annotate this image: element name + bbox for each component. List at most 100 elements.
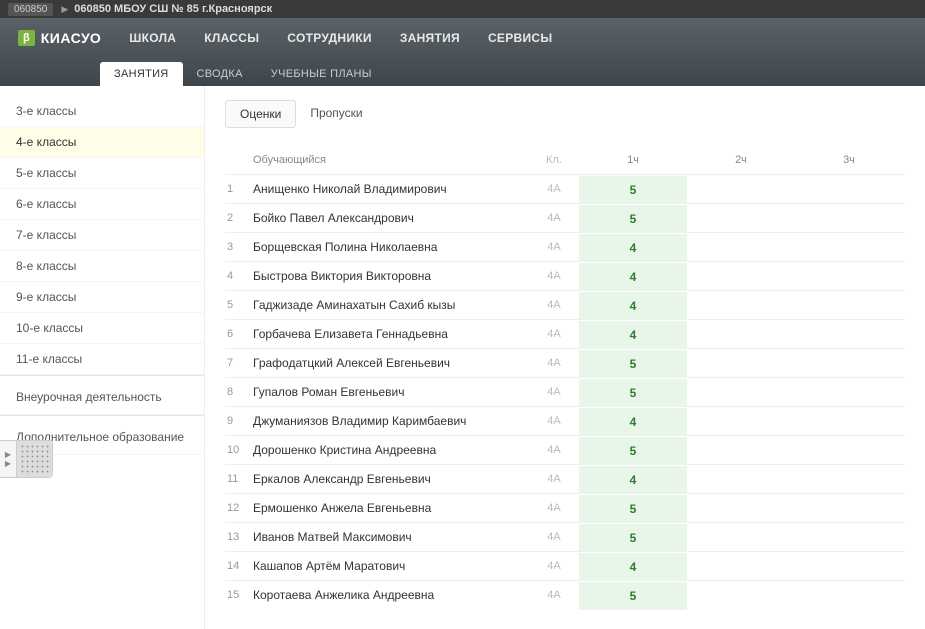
sidebar-item-grade-8[interactable]: 8-е классы — [0, 251, 204, 282]
student-name[interactable]: Графодатцкий Алексей Евгеньевич — [249, 356, 529, 370]
sidebar-item-grade-10[interactable]: 10-е классы — [0, 313, 204, 344]
sidebar-item-grade-4[interactable]: 4-е классы — [0, 127, 204, 158]
student-class: 4А — [529, 183, 579, 195]
student-name[interactable]: Джуманиязов Владимир Каримбаевич — [249, 414, 529, 428]
table-row: 5Гаджизаде Аминахатын Сахиб кызы4А4 — [225, 290, 905, 319]
grade-q1[interactable]: 5 — [579, 494, 687, 523]
sidebar-section-0[interactable]: Внеурочная деятельность — [0, 375, 204, 415]
grade-q1[interactable]: 5 — [579, 436, 687, 465]
student-name[interactable]: Бойко Павел Александрович — [249, 211, 529, 225]
student-class: 4А — [529, 502, 579, 514]
row-number: 7 — [225, 357, 249, 369]
table-header: Обучающийся Кл. 1ч 2ч 3ч — [225, 146, 905, 174]
grade-q1[interactable]: 4 — [579, 407, 687, 436]
table-row: 7Графодатцкий Алексей Евгеньевич4А5 — [225, 348, 905, 377]
tab-absences[interactable]: Пропуски — [296, 100, 376, 128]
sidebar-item-grade-9[interactable]: 9-е классы — [0, 282, 204, 313]
logo-badge: β — [18, 30, 35, 46]
row-number: 2 — [225, 212, 249, 224]
sidebar-item-grade-7[interactable]: 7-е классы — [0, 220, 204, 251]
grade-q1[interactable]: 5 — [579, 204, 687, 233]
grade-q1[interactable]: 4 — [579, 291, 687, 320]
dock-grid-icon[interactable] — [16, 441, 52, 477]
student-name[interactable]: Горбачева Елизавета Геннадьевна — [249, 327, 529, 341]
nav-lessons[interactable]: ЗАНЯТИЯ — [400, 31, 460, 45]
header-q3[interactable]: 3ч — [795, 154, 903, 166]
student-class: 4А — [529, 560, 579, 572]
student-name[interactable]: Гупалов Роман Евгеньевич — [249, 385, 529, 399]
nav-classes[interactable]: КЛАССЫ — [204, 31, 259, 45]
student-class: 4А — [529, 299, 579, 311]
student-name[interactable]: Кашапов Артём Маратович — [249, 559, 529, 573]
student-name[interactable]: Коротаева Анжелика Андреевна — [249, 588, 529, 602]
table-row: 8Гупалов Роман Евгеньевич4А5 — [225, 377, 905, 406]
grade-q1[interactable]: 5 — [579, 581, 687, 610]
header-student: Обучающийся — [249, 154, 529, 166]
grade-q1[interactable]: 4 — [579, 320, 687, 349]
student-class: 4А — [529, 444, 579, 456]
header-q2[interactable]: 2ч — [687, 154, 795, 166]
student-class: 4А — [529, 386, 579, 398]
nav-services[interactable]: СЕРВИСЫ — [488, 31, 552, 45]
row-number: 11 — [225, 473, 249, 485]
row-number: 10 — [225, 444, 249, 456]
student-class: 4А — [529, 212, 579, 224]
content-tabs: Оценки Пропуски — [225, 100, 905, 128]
grade-q1[interactable]: 4 — [579, 465, 687, 494]
nav-school[interactable]: ШКОЛА — [129, 31, 176, 45]
table-row: 4Быстрова Виктория Викторовна4А4 — [225, 261, 905, 290]
row-number: 12 — [225, 502, 249, 514]
logo-text: КИАСУО — [41, 30, 102, 46]
grade-q1[interactable]: 4 — [579, 233, 687, 262]
row-number: 13 — [225, 531, 249, 543]
sidebar-item-grade-6[interactable]: 6-е классы — [0, 189, 204, 220]
row-number: 8 — [225, 386, 249, 398]
table-row: 11Еркалов Александр Евгеньевич4А4 — [225, 464, 905, 493]
dock-expand-icon[interactable]: ▶▶ — [0, 441, 16, 477]
header-class: Кл. — [529, 154, 579, 166]
table-row: 13Иванов Матвей Максимович4А5 — [225, 522, 905, 551]
subnav-summary[interactable]: СВОДКА — [183, 62, 257, 86]
student-class: 4А — [529, 415, 579, 427]
table-row: 15Коротаева Анжелика Андреевна4А5 — [225, 580, 905, 609]
student-name[interactable]: Иванов Матвей Максимович — [249, 530, 529, 544]
sidebar-item-grade-3[interactable]: 3-е классы — [0, 96, 204, 127]
nav-staff[interactable]: СОТРУДНИКИ — [287, 31, 372, 45]
student-name[interactable]: Борщевская Полина Николаевна — [249, 240, 529, 254]
breadcrumb-caret-icon: ▶ — [61, 4, 68, 15]
tab-grades[interactable]: Оценки — [225, 100, 296, 128]
student-class: 4А — [529, 270, 579, 282]
grade-q1[interactable]: 4 — [579, 262, 687, 291]
row-number: 1 — [225, 183, 249, 195]
grade-q1[interactable]: 5 — [579, 523, 687, 552]
table-row: 9Джуманиязов Владимир Каримбаевич4А4 — [225, 406, 905, 435]
row-number: 14 — [225, 560, 249, 572]
row-number: 6 — [225, 328, 249, 340]
student-name[interactable]: Еркалов Александр Евгеньевич — [249, 472, 529, 486]
student-name[interactable]: Быстрова Виктория Викторовна — [249, 269, 529, 283]
school-title: 060850 МБОУ СШ № 85 г.Красноярск — [74, 3, 272, 15]
dock-widget[interactable]: ▶▶ — [0, 440, 53, 478]
student-name[interactable]: Гаджизаде Аминахатын Сахиб кызы — [249, 298, 529, 312]
table-row: 6Горбачева Елизавета Геннадьевна4А4 — [225, 319, 905, 348]
subnav-lessons[interactable]: ЗАНЯТИЯ — [100, 62, 183, 86]
subnav-plans[interactable]: УЧЕБНЫЕ ПЛАНЫ — [257, 62, 386, 86]
student-class: 4А — [529, 357, 579, 369]
table-row: 14Кашапов Артём Маратович4А4 — [225, 551, 905, 580]
grade-q1[interactable]: 4 — [579, 552, 687, 581]
sidebar-item-grade-5[interactable]: 5-е классы — [0, 158, 204, 189]
table-row: 2Бойко Павел Александрович4А5 — [225, 203, 905, 232]
sidebar: 3-е классы4-е классы5-е классы6-е классы… — [0, 86, 205, 629]
student-name[interactable]: Ермошенко Анжела Евгеньевна — [249, 501, 529, 515]
student-class: 4А — [529, 589, 579, 601]
student-name[interactable]: Анищенко Николай Владимирович — [249, 182, 529, 196]
grade-q1[interactable]: 5 — [579, 175, 687, 204]
grade-q1[interactable]: 5 — [579, 349, 687, 378]
grade-q1[interactable]: 5 — [579, 378, 687, 407]
table-row: 3Борщевская Полина Николаевна4А4 — [225, 232, 905, 261]
main-nav: β КИАСУО ШКОЛА КЛАССЫ СОТРУДНИКИ ЗАНЯТИЯ… — [0, 18, 925, 58]
header-q1[interactable]: 1ч — [579, 154, 687, 166]
student-name[interactable]: Дорошенко Кристина Андреевна — [249, 443, 529, 457]
school-code: 060850 — [8, 3, 53, 16]
sidebar-item-grade-11[interactable]: 11-е классы — [0, 344, 204, 375]
